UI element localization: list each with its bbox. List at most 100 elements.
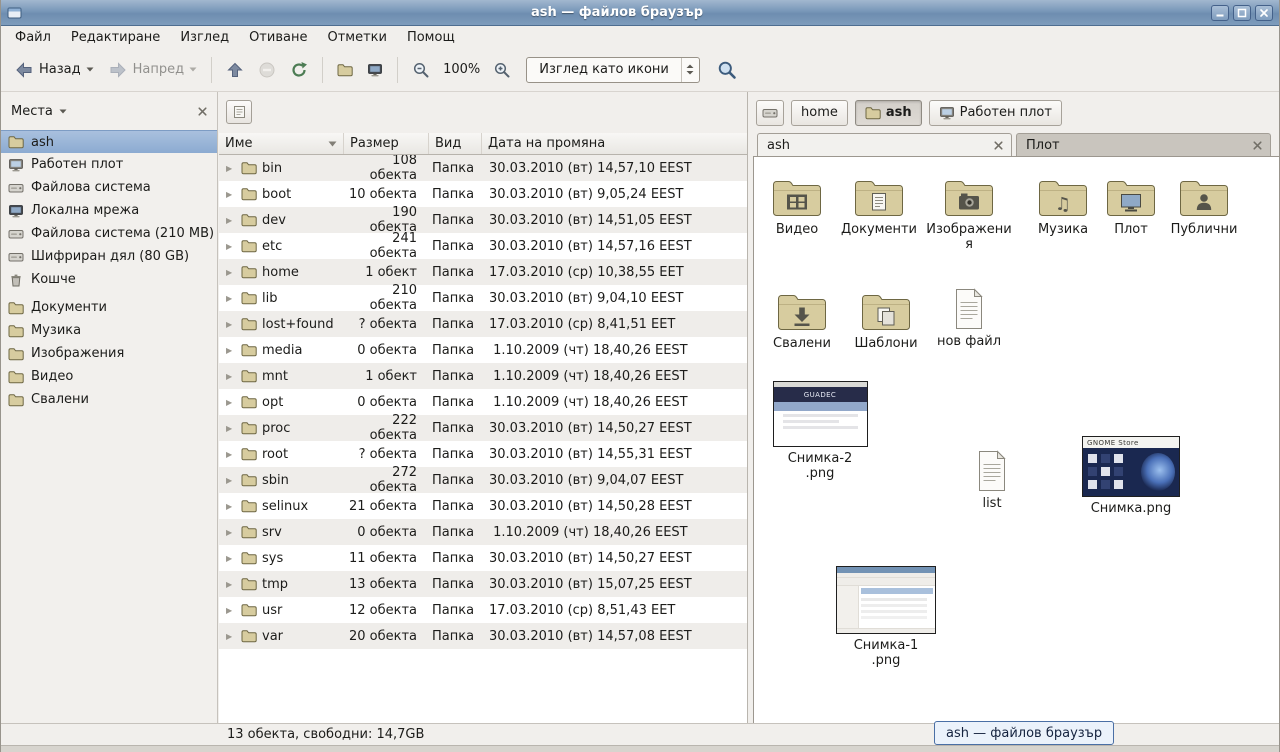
close-button[interactable] bbox=[1255, 5, 1273, 21]
minimize-button[interactable] bbox=[1211, 5, 1229, 21]
icon-item-documents[interactable]: Документи bbox=[831, 176, 927, 237]
titlebar[interactable]: ash — файлов браузър bbox=[1, 0, 1279, 26]
expander-icon[interactable]: ▶ bbox=[226, 164, 236, 173]
icon-item-list[interactable]: list bbox=[944, 450, 1040, 511]
file-row-proc[interactable]: ▶proc222 обектаПапка30.03.2010 (вт) 14,5… bbox=[219, 415, 747, 441]
menu-help[interactable]: Помощ bbox=[397, 28, 465, 47]
expander-icon[interactable]: ▶ bbox=[226, 190, 236, 199]
view-mode-selector[interactable]: Изглед като икони bbox=[526, 57, 700, 83]
sidebar-item-trash[interactable]: Кошче bbox=[1, 268, 217, 291]
file-row-home[interactable]: ▶home1 обектПапка17.03.2010 (ср) 10,38,5… bbox=[219, 259, 747, 285]
file-row-media[interactable]: ▶media0 обектаПапка 1.10.2009 (чт) 18,40… bbox=[219, 337, 747, 363]
sidebar-item-filesystem-210mb[interactable]: Файлова система (210 MB) bbox=[1, 222, 217, 245]
file-row-bin[interactable]: ▶bin108 обектаПапка30.03.2010 (вт) 14,57… bbox=[219, 155, 747, 181]
file-row-mnt[interactable]: ▶mnt1 обектПапка 1.10.2009 (чт) 18,40,26… bbox=[219, 363, 747, 389]
expander-icon[interactable]: ▶ bbox=[226, 554, 236, 563]
expander-icon[interactable]: ▶ bbox=[226, 320, 236, 329]
tab-close-icon[interactable] bbox=[990, 137, 1006, 153]
expander-icon[interactable]: ▶ bbox=[226, 606, 236, 615]
pathbar-button-root[interactable] bbox=[756, 100, 784, 126]
file-row-root[interactable]: ▶root? обектаПапка30.03.2010 (вт) 14,55,… bbox=[219, 441, 747, 467]
icon-item-snimka-2[interactable]: GUADECСнимка-2.png bbox=[772, 381, 868, 481]
sidebar-item-pictures[interactable]: Изображения bbox=[1, 342, 217, 365]
icon-item-snimka[interactable]: GNOME StoreСнимка.png bbox=[1083, 436, 1179, 516]
places-dropdown-icon[interactable] bbox=[59, 109, 67, 114]
pathbar-button-ash[interactable]: ash bbox=[855, 100, 922, 126]
expander-icon[interactable]: ▶ bbox=[226, 450, 236, 459]
places-close-icon[interactable] bbox=[198, 107, 207, 116]
sidebar-item-music[interactable]: Музика bbox=[1, 319, 217, 342]
expander-icon[interactable]: ▶ bbox=[226, 580, 236, 589]
menu-view[interactable]: Изглед bbox=[170, 28, 239, 47]
file-row-selinux[interactable]: ▶selinux21 обектаПапка30.03.2010 (вт) 14… bbox=[219, 493, 747, 519]
file-row-opt[interactable]: ▶opt0 обектаПапка 1.10.2009 (чт) 18,40,2… bbox=[219, 389, 747, 415]
sidebar-item-encrypted-80gb[interactable]: Шифриран дял (80 GB) bbox=[1, 245, 217, 268]
expander-icon[interactable]: ▶ bbox=[226, 528, 236, 537]
expander-icon[interactable]: ▶ bbox=[226, 424, 236, 433]
zoom-in-button[interactable] bbox=[486, 54, 518, 86]
back-dropdown-icon[interactable] bbox=[86, 67, 94, 72]
icon-item-pictures[interactable]: Изображения bbox=[921, 176, 1017, 252]
file-row-boot[interactable]: ▶boot10 обектаПапка30.03.2010 (вт) 9,05,… bbox=[219, 181, 747, 207]
zoom-out-button[interactable] bbox=[405, 54, 437, 86]
tab-close-icon[interactable] bbox=[1249, 137, 1265, 153]
sidebar-item-network[interactable]: Локална мрежа bbox=[1, 199, 217, 222]
file-row-lib[interactable]: ▶lib210 обектаПапка30.03.2010 (вт) 9,04,… bbox=[219, 285, 747, 311]
forward-button[interactable]: Напред bbox=[101, 54, 204, 86]
icon-item-snimka-1[interactable]: Снимка-1.png bbox=[838, 566, 934, 668]
column-header-type[interactable]: Вид bbox=[429, 133, 482, 154]
tab-ash[interactable]: ash bbox=[757, 133, 1012, 156]
location-toggle-button[interactable] bbox=[226, 100, 252, 124]
file-row-sbin[interactable]: ▶sbin272 обектаПапка30.03.2010 (вт) 9,04… bbox=[219, 467, 747, 493]
file-row-dev[interactable]: ▶dev190 обектаПапка30.03.2010 (вт) 14,51… bbox=[219, 207, 747, 233]
expander-icon[interactable]: ▶ bbox=[226, 372, 236, 381]
expander-icon[interactable]: ▶ bbox=[226, 502, 236, 511]
expander-icon[interactable]: ▶ bbox=[226, 216, 236, 225]
icon-item-templates[interactable]: Шаблони bbox=[838, 290, 934, 351]
home-button[interactable] bbox=[330, 54, 360, 86]
sidebar-item-desktop[interactable]: Работен плот bbox=[1, 153, 217, 176]
expander-icon[interactable]: ▶ bbox=[226, 294, 236, 303]
sidebar-item-downloads[interactable]: Свалени bbox=[1, 388, 217, 411]
icon-item-public[interactable]: Публични bbox=[1156, 176, 1252, 237]
sidebar-item-documents[interactable]: Документи bbox=[1, 296, 217, 319]
window-bottom-edge bbox=[1, 745, 1279, 752]
expander-icon[interactable]: ▶ bbox=[226, 268, 236, 277]
sidebar-item-videos[interactable]: Видео bbox=[1, 365, 217, 388]
column-header-size[interactable]: Размер bbox=[344, 133, 429, 154]
menu-go[interactable]: Отиване bbox=[239, 28, 317, 47]
expander-icon[interactable]: ▶ bbox=[226, 242, 236, 251]
file-row-tmp[interactable]: ▶tmp13 обектаПапка30.03.2010 (вт) 15,07,… bbox=[219, 571, 747, 597]
back-button[interactable]: Назад bbox=[7, 54, 101, 86]
up-button[interactable] bbox=[219, 54, 251, 86]
sidebar-item-ash[interactable]: ash bbox=[1, 130, 217, 153]
file-row-var[interactable]: ▶var20 обектаПапка30.03.2010 (вт) 14,57,… bbox=[219, 623, 747, 649]
pathbar-button-home[interactable]: home bbox=[791, 100, 848, 126]
file-row-sys[interactable]: ▶sys11 обектаПапка30.03.2010 (вт) 14,50,… bbox=[219, 545, 747, 571]
file-row-lost+found[interactable]: ▶lost+found? обектаПапка17.03.2010 (ср) … bbox=[219, 311, 747, 337]
expander-icon[interactable]: ▶ bbox=[226, 632, 236, 641]
expander-icon[interactable]: ▶ bbox=[226, 398, 236, 407]
stop-button[interactable] bbox=[251, 54, 283, 86]
column-header-date[interactable]: Дата на промяна bbox=[482, 133, 747, 154]
menu-edit[interactable]: Редактиране bbox=[61, 28, 170, 47]
tab-plot[interactable]: Плот bbox=[1016, 133, 1271, 156]
maximize-button[interactable] bbox=[1233, 5, 1251, 21]
icon-item-new-file[interactable]: нов файл bbox=[921, 288, 1017, 349]
spinner-arrows-icon[interactable] bbox=[681, 58, 699, 82]
icon-item-downloads[interactable]: Свалени bbox=[754, 290, 850, 351]
menu-bookmarks[interactable]: Отметки bbox=[317, 28, 396, 47]
icon-label: Музика bbox=[1038, 222, 1088, 237]
expander-icon[interactable]: ▶ bbox=[226, 476, 236, 485]
file-row-usr[interactable]: ▶usr12 обектаПапка17.03.2010 (ср) 8,51,4… bbox=[219, 597, 747, 623]
computer-button[interactable] bbox=[360, 54, 390, 86]
search-button[interactable] bbox=[710, 54, 744, 86]
expander-icon[interactable]: ▶ bbox=[226, 346, 236, 355]
file-row-srv[interactable]: ▶srv0 обектаПапка 1.10.2009 (чт) 18,40,2… bbox=[219, 519, 747, 545]
reload-button[interactable] bbox=[283, 54, 315, 86]
column-header-name[interactable]: Име bbox=[219, 133, 344, 154]
menu-file[interactable]: Файл bbox=[5, 28, 61, 47]
sidebar-item-filesystem[interactable]: Файлова система bbox=[1, 176, 217, 199]
file-row-etc[interactable]: ▶etc241 обектаПапка30.03.2010 (вт) 14,57… bbox=[219, 233, 747, 259]
pathbar-button-desktop[interactable]: Работен плот bbox=[929, 100, 1062, 126]
